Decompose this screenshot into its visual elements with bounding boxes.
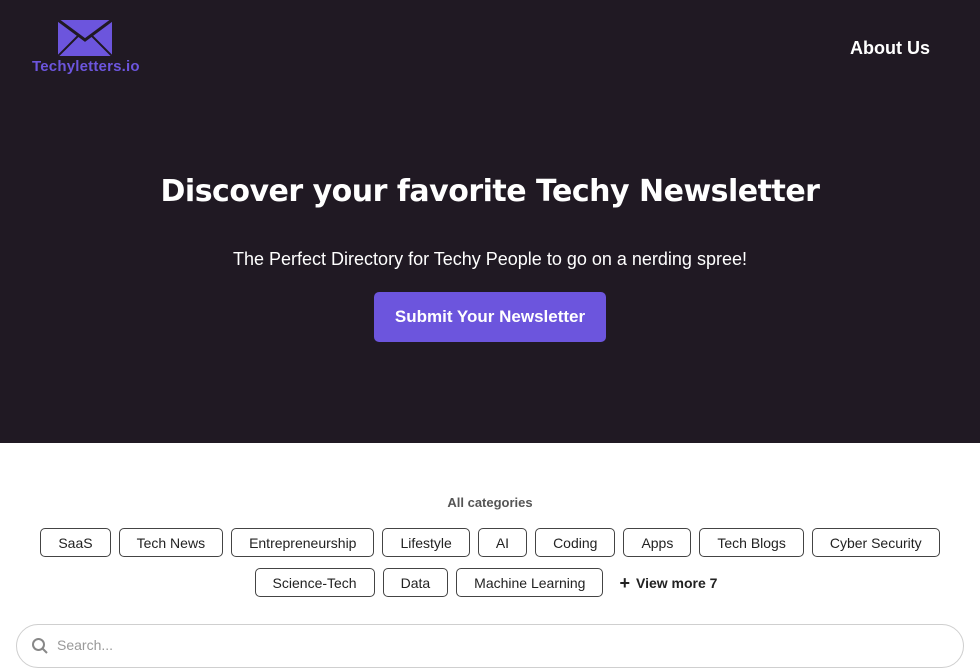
search-icon (32, 638, 48, 654)
category-chip-ai[interactable]: AI (477, 528, 528, 557)
category-chip-tech-blogs[interactable]: Tech Blogs (699, 528, 804, 557)
site-logo[interactable]: Techyletters.io (32, 18, 140, 78)
category-chip-tech-news[interactable]: Tech News (118, 528, 224, 557)
category-chip-cyber-security[interactable]: Cyber Security (811, 528, 940, 557)
category-row-1: SaaS Tech News Entrepreneurship Lifestyl… (0, 528, 980, 557)
plus-icon: + (619, 572, 630, 593)
hero-subtitle: The Perfect Directory for Techy People t… (233, 249, 747, 269)
category-row-2: Science-Tech Data Machine Learning + Vie… (0, 568, 980, 597)
category-chip-coding[interactable]: Coding (535, 528, 616, 557)
envelope-icon (58, 20, 112, 56)
view-more-button[interactable]: + View more 7 (611, 568, 725, 597)
hero-section: Techyletters.io About Us Discover your f… (0, 0, 980, 443)
about-us-link[interactable]: About Us (850, 38, 930, 59)
submit-newsletter-button[interactable]: Submit Your Newsletter (374, 292, 606, 342)
hero-title: Discover your favorite Techy Newsletter (160, 174, 820, 209)
view-more-label: View more 7 (635, 574, 718, 591)
category-chip-entrepreneurship[interactable]: Entrepreneurship (231, 528, 375, 557)
search-bar (16, 624, 964, 668)
categories-title: All categories (447, 495, 533, 510)
category-chip-saas[interactable]: SaaS (40, 528, 111, 557)
brand-name: Techyletters.io (32, 58, 140, 75)
category-chip-machine-learning[interactable]: Machine Learning (456, 568, 604, 597)
category-chip-science-tech[interactable]: Science-Tech (254, 568, 375, 597)
category-chip-apps[interactable]: Apps (623, 528, 692, 557)
category-chip-data[interactable]: Data (382, 568, 449, 597)
search-input[interactable] (57, 637, 937, 653)
category-chip-lifestyle[interactable]: Lifestyle (382, 528, 470, 557)
